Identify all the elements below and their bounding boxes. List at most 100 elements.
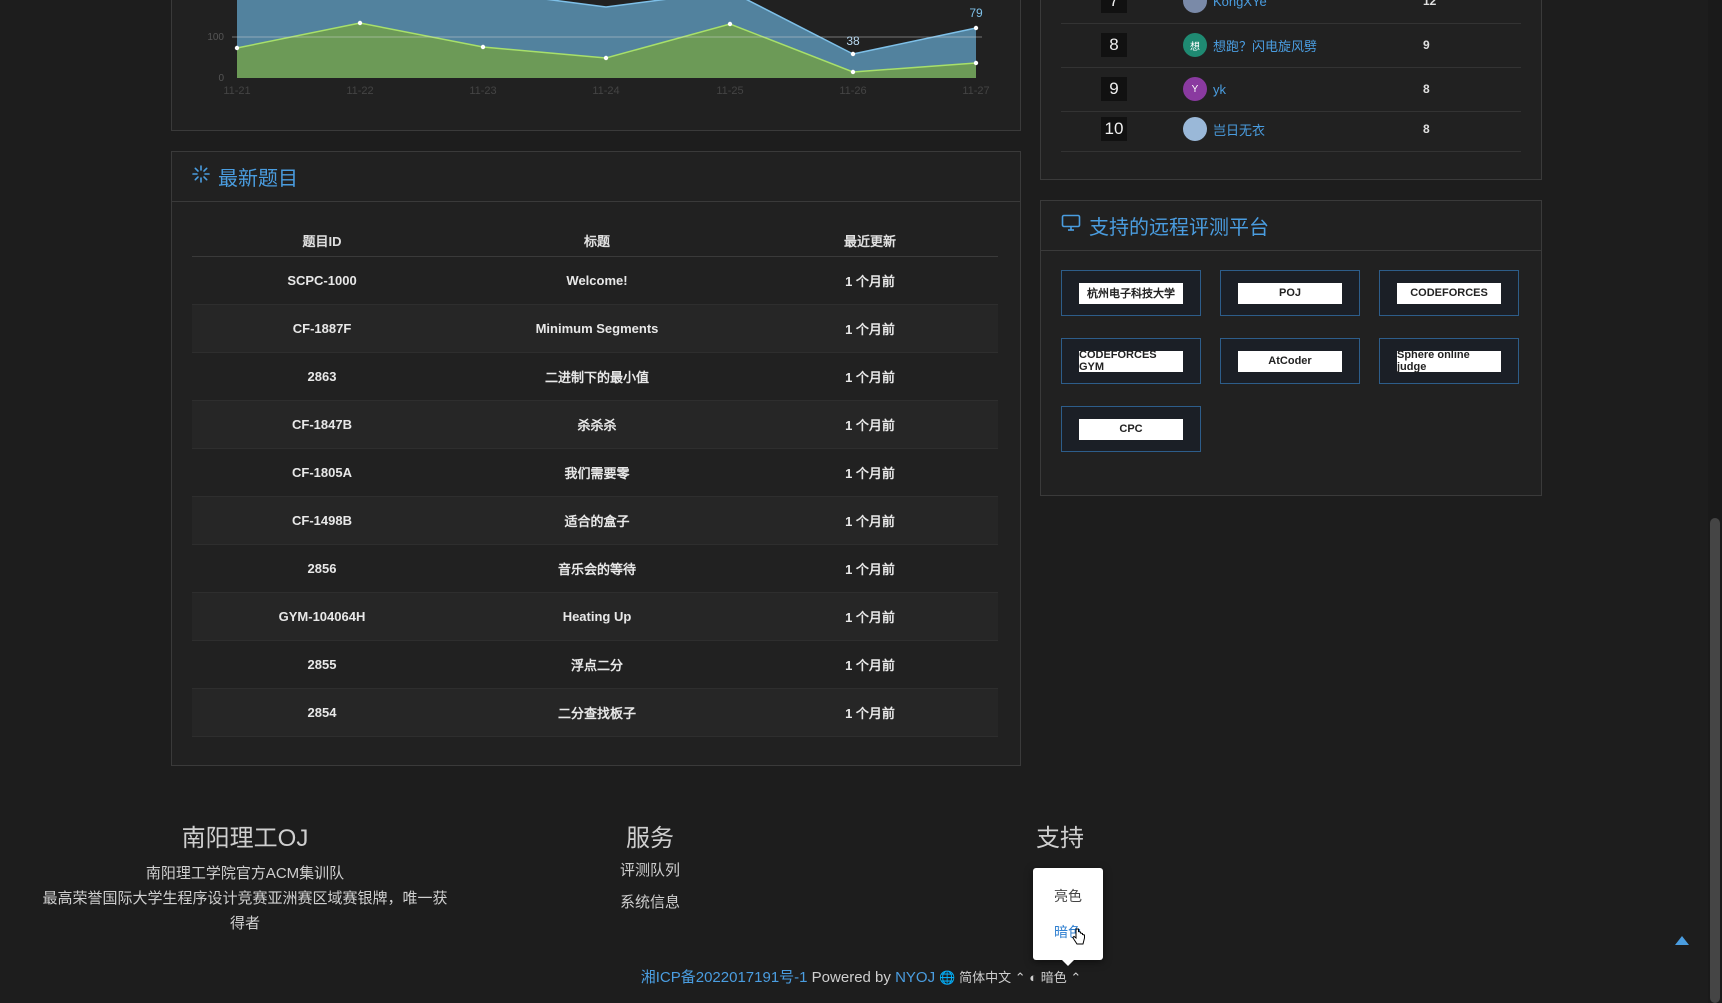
- table-row[interactable]: 2863 二进制下的最小值 1 个月前: [192, 353, 998, 401]
- problem-title[interactable]: Heating Up: [452, 609, 742, 624]
- latest-problems-title: 最新题目: [218, 168, 298, 190]
- remote-judge-title: 支持的远程评测平台: [1089, 217, 1269, 239]
- problem-title[interactable]: 二分查找板子: [452, 703, 742, 722]
- table-row[interactable]: 2855 浮点二分 1 个月前: [192, 641, 998, 689]
- platform-logo: AtCoder: [1238, 350, 1342, 372]
- problem-title[interactable]: 浮点二分: [452, 655, 742, 674]
- table-row[interactable]: CF-1498B 适合的盒子 1 个月前: [192, 497, 998, 545]
- problem-title[interactable]: 杀杀杀: [452, 415, 742, 434]
- chart-x-tick: 11-27: [962, 85, 989, 97]
- remote-judge-item[interactable]: CPC: [1061, 406, 1201, 452]
- problem-id[interactable]: SCPC-1000: [192, 273, 452, 288]
- rank-number: 9: [1101, 77, 1127, 101]
- ranking-row: 7 KongXYe 12: [1061, 0, 1521, 24]
- judge-queue-link[interactable]: 评测队列: [560, 855, 740, 887]
- powered-by-text: Powered by: [811, 969, 891, 986]
- remote-judge-item[interactable]: Sphere online judge: [1379, 338, 1519, 384]
- table-row[interactable]: 2856 音乐会的等待 1 个月前: [192, 545, 998, 593]
- problem-title[interactable]: 二进制下的最小值: [452, 367, 742, 386]
- chart-x-tick: 11-26: [839, 85, 866, 97]
- latest-problems-panel: 最新题目 题目ID 标题 最近更新 SCPC-1000 Welcome! 1 个月前…: [171, 151, 1021, 766]
- language-switch[interactable]: 🌐 简体中文 ⌃: [939, 970, 1029, 985]
- avatar[interactable]: Y: [1183, 77, 1207, 101]
- remote-judge-item[interactable]: 杭州电子科技大学: [1061, 270, 1201, 316]
- remote-judge-item[interactable]: CODEFORCES GYM: [1061, 338, 1201, 384]
- problem-updated: 1 个月前: [845, 514, 895, 529]
- back-to-top-icon[interactable]: [1675, 936, 1689, 945]
- footer-support-title: 支持: [1036, 825, 1084, 852]
- theme-light-option[interactable]: 亮色: [1033, 878, 1103, 914]
- user-name-link[interactable]: 想跑？闪电旋风劈: [1213, 36, 1423, 55]
- ranking-row: 9 Yyk 8: [1061, 67, 1521, 112]
- platform-logo: CODEFORCES GYM: [1079, 349, 1183, 373]
- chart-y-tick: 0: [218, 73, 224, 84]
- icp-link[interactable]: 湘ICP备2022017191号-1: [641, 969, 808, 986]
- remote-judge-header: 支持的远程评测平台: [1041, 201, 1541, 251]
- footer-about: 南阳理工OJ 南阳理工学院官方ACM集训队 最高荣誉国际大学生程序设计竞赛亚洲赛…: [40, 818, 450, 936]
- avatar[interactable]: 想: [1183, 33, 1207, 57]
- system-info-link[interactable]: 系统信息: [560, 887, 740, 919]
- table-row[interactable]: CF-1805A 我们需要零 1 个月前: [192, 449, 998, 497]
- chart-x-tick: 11-25: [716, 85, 743, 97]
- chart-point: [603, 55, 609, 61]
- theme-dark-option[interactable]: 暗色: [1033, 914, 1103, 950]
- user-name-link[interactable]: 岂日无衣: [1213, 120, 1423, 139]
- rank-number: 10: [1101, 117, 1127, 141]
- header-title[interactable]: 标题: [452, 231, 742, 250]
- footer-site-title: 南阳理工OJ: [181, 825, 309, 852]
- chart-y-tick: 100: [207, 32, 224, 43]
- problem-id[interactable]: CF-1887F: [192, 321, 452, 336]
- avatar[interactable]: [1183, 0, 1207, 13]
- table-row[interactable]: CF-1847B 杀杀杀 1 个月前: [192, 401, 998, 449]
- spinner-icon: [192, 165, 210, 188]
- chart-point: [727, 21, 733, 27]
- user-name-link[interactable]: KongXYe: [1213, 0, 1423, 9]
- problem-updated: 1 个月前: [845, 322, 895, 337]
- accepted-count: 9: [1423, 38, 1430, 52]
- problem-title[interactable]: 音乐会的等待: [452, 559, 742, 578]
- rank-number: 7: [1101, 0, 1127, 13]
- theme-switch[interactable]: ◐ 暗色 ⌃: [1029, 970, 1081, 985]
- palette-icon: ◐: [1029, 970, 1038, 985]
- bottom-bar: 湘ICP备2022017191号-1 Powered by NYOJ 🌐 简体中…: [0, 966, 1722, 987]
- problem-title[interactable]: Welcome!: [452, 273, 742, 288]
- remote-judge-item[interactable]: AtCoder: [1220, 338, 1360, 384]
- problem-id[interactable]: CF-1805A: [192, 465, 452, 480]
- header-problem-id[interactable]: 题目ID: [192, 231, 452, 250]
- problem-id[interactable]: GYM-104064H: [192, 609, 452, 624]
- chart-point: [973, 25, 979, 31]
- chart-point: [234, 45, 240, 51]
- problem-updated: 1 个月前: [845, 466, 895, 481]
- remote-judge-panel: 支持的远程评测平台 杭州电子科技大学 POJ CODEFORCES CODEFORCE…: [1040, 200, 1542, 496]
- table-row[interactable]: CF-1887F Minimum Segments 1 个月前: [192, 305, 998, 353]
- accepted-count: 8: [1423, 122, 1430, 136]
- table-row[interactable]: GYM-104064H Heating Up 1 个月前: [192, 593, 998, 641]
- table-row[interactable]: SCPC-1000 Welcome! 1 个月前: [192, 257, 998, 305]
- problem-id[interactable]: 2854: [192, 705, 452, 720]
- ranking-row: 8 想想跑？闪电旋风劈 9: [1061, 23, 1521, 68]
- nyoj-link[interactable]: NYOJ: [895, 969, 935, 986]
- ranking-panel: 7 KongXYe 12 8 想想跑？闪电旋风劈 9 9 Yyk 8 10 岂日无衣 8: [1040, 0, 1542, 180]
- chart-point: [850, 51, 856, 57]
- problem-id[interactable]: 2863: [192, 369, 452, 384]
- monitor-icon: [1061, 214, 1081, 237]
- problem-id[interactable]: 2855: [192, 657, 452, 672]
- globe-icon: 🌐: [939, 970, 956, 985]
- problem-title[interactable]: Minimum Segments: [452, 321, 742, 336]
- table-row[interactable]: 2854 二分查找板子 1 个月前: [192, 689, 998, 737]
- user-name-link[interactable]: yk: [1213, 82, 1423, 97]
- avatar[interactable]: [1183, 117, 1207, 141]
- chart-point: [480, 44, 486, 50]
- problem-updated: 1 个月前: [845, 610, 895, 625]
- problem-id[interactable]: CF-1498B: [192, 513, 452, 528]
- problem-id[interactable]: 2856: [192, 561, 452, 576]
- remote-judge-item[interactable]: POJ: [1220, 270, 1360, 316]
- header-updated[interactable]: 最近更新: [742, 231, 998, 250]
- theme-dropdown-menu: 亮色 暗色: [1033, 868, 1103, 966]
- remote-judge-item[interactable]: CODEFORCES: [1379, 270, 1519, 316]
- chart-point: [357, 20, 363, 26]
- scrollbar-thumb[interactable]: [1710, 518, 1720, 1003]
- problem-id[interactable]: CF-1847B: [192, 417, 452, 432]
- problem-title[interactable]: 适合的盒子: [452, 511, 742, 530]
- problem-title[interactable]: 我们需要零: [452, 463, 742, 482]
